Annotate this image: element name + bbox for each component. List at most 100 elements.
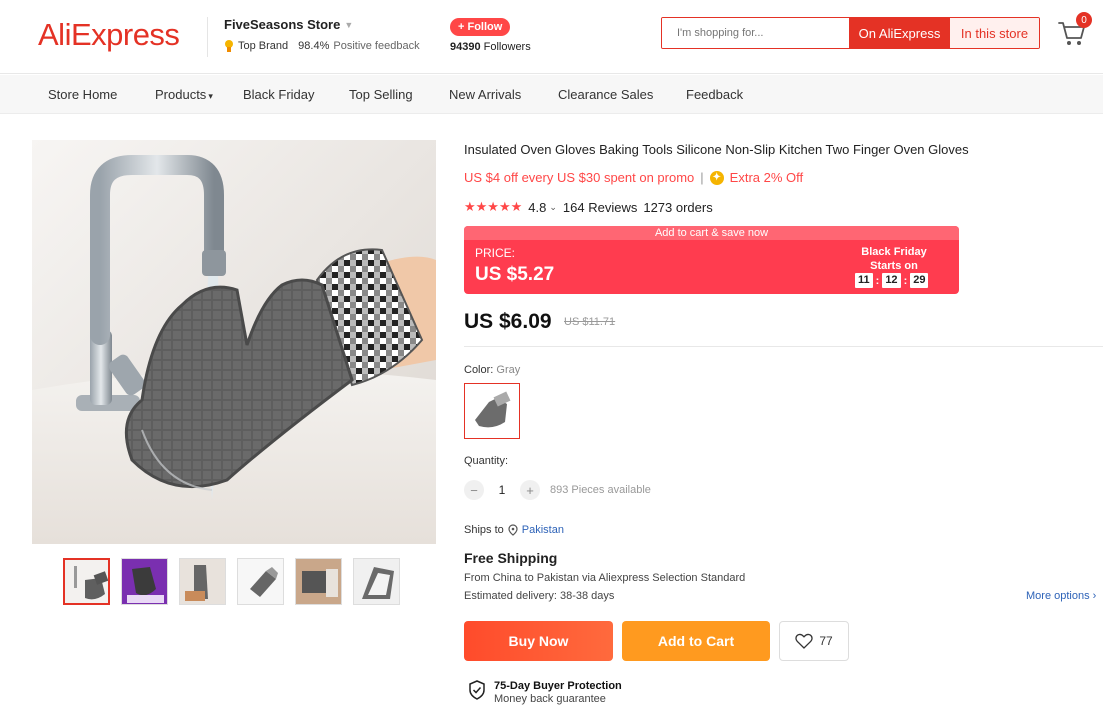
medal-icon: [224, 40, 234, 52]
black-friday-info: Black Friday Starts on: [844, 245, 944, 273]
countdown-timer: 11 : 12 : 29: [855, 273, 929, 288]
color-value: Gray: [496, 364, 521, 376]
buyer-protection-subtitle: Money back guarantee: [494, 693, 606, 705]
thumbnail-6[interactable]: [353, 558, 400, 605]
thumbnail-1[interactable]: [63, 558, 110, 605]
store-name-text[interactable]: FiveSeasons Store: [224, 17, 340, 32]
coin-icon: ✦: [709, 170, 724, 185]
chevron-down-icon[interactable]: ⌄: [549, 202, 557, 213]
original-price: US $11.71: [564, 316, 616, 328]
ships-to-label: Ships to: [464, 524, 504, 536]
quantity-stepper: − 1 + 893 Pieces available: [464, 480, 651, 500]
nav-top-selling[interactable]: Top Selling: [349, 87, 413, 102]
store-info: FiveSeasons Store ▼ Top Brand 98.4% Posi…: [207, 17, 420, 57]
banner-price: US $5.27: [475, 264, 555, 285]
aliexpress-logo[interactable]: AliExpress: [38, 17, 180, 53]
product-title: Insulated Oven Gloves Baking Tools Silic…: [464, 142, 969, 157]
quantity-increase-button[interactable]: +: [520, 480, 540, 500]
current-price: US $6.09: [464, 310, 552, 333]
add-to-cart-button[interactable]: Add to Cart: [622, 621, 770, 661]
thumbnail-4-image: [238, 559, 283, 604]
countdown-minutes: 12: [882, 273, 901, 288]
price-label: PRICE:: [475, 246, 516, 260]
star-rating-icon: ★★★★★: [464, 199, 523, 214]
countdown-separator: :: [875, 274, 880, 287]
nav-store-home[interactable]: Store Home: [48, 87, 117, 102]
rating-value[interactable]: 4.8: [528, 200, 546, 215]
price-banner: Add to cart & save now PRICE: US $5.27 B…: [464, 226, 959, 294]
color-label: Color: Gray: [464, 364, 520, 376]
thumbnail-6-image: [354, 559, 399, 604]
promo-text[interactable]: US $4 off every US $30 spent on promo: [464, 170, 694, 185]
starts-on-label: Starts on: [870, 260, 918, 272]
estimated-delivery: Estimated delivery: 38-38 days: [464, 590, 615, 602]
nav-new-arrivals[interactable]: New Arrivals: [449, 87, 521, 102]
nav-black-friday[interactable]: Black Friday: [243, 87, 315, 102]
wishlist-count: 77: [819, 634, 833, 648]
countdown-hours: 11: [855, 273, 873, 288]
promo-line: US $4 off every US $30 spent on promo | …: [464, 170, 803, 185]
cart-count-badge: 0: [1076, 12, 1092, 28]
main-product-image[interactable]: [32, 140, 436, 544]
ships-to-row: Ships to Pakistan: [464, 524, 564, 536]
color-swatch-gray[interactable]: [464, 383, 520, 439]
thumbnail-3[interactable]: [179, 558, 226, 605]
cart-button[interactable]: 0: [1057, 12, 1092, 47]
shield-check-icon: [469, 680, 485, 700]
nav-products[interactable]: Products ▾: [155, 87, 213, 102]
thumbnail-5[interactable]: [295, 558, 342, 605]
more-options-link[interactable]: More options ›: [1026, 590, 1096, 602]
pieces-available: 893 Pieces available: [550, 484, 651, 496]
store-badges: Top Brand 98.4% Positive feedback: [224, 40, 420, 52]
quantity-label: Quantity:: [464, 455, 509, 467]
search-in-store-button[interactable]: In this store: [950, 18, 1039, 48]
ships-to-country[interactable]: Pakistan: [522, 524, 564, 536]
header: AliExpress FiveSeasons Store ▼ Top Brand…: [0, 0, 1103, 74]
product-photo: [32, 140, 436, 544]
search-bar: On AliExpress In this store: [661, 17, 1040, 49]
free-shipping: Free Shipping: [464, 550, 558, 566]
thumbnail-3-image: [180, 559, 225, 604]
quantity-value[interactable]: 1: [494, 483, 510, 497]
countdown-separator: :: [903, 274, 908, 287]
color-label-text: Color:: [464, 364, 494, 376]
black-friday-label: Black Friday: [861, 246, 927, 258]
search-input[interactable]: [662, 18, 849, 48]
quantity-decrease-button[interactable]: −: [464, 480, 484, 500]
store-name[interactable]: FiveSeasons Store ▼: [224, 17, 420, 32]
follow-block: + Follow 94390 Followers: [450, 18, 531, 53]
feedback-percent: 98.4%: [298, 40, 330, 52]
orders-count: 1273 orders: [643, 199, 713, 215]
thumbnail-strip: [63, 558, 400, 605]
heart-icon: [795, 633, 813, 649]
chevron-down-icon: ▾: [208, 91, 213, 101]
nav-products-label[interactable]: Products: [155, 87, 206, 102]
followers-count: 94390: [450, 41, 481, 53]
shipping-route: From China to Pakistan via Aliexpress Se…: [464, 572, 746, 584]
thumbnail-5-image: [296, 559, 341, 604]
followers-info: 94390 Followers: [450, 41, 531, 53]
extra-off-text[interactable]: Extra 2% Off: [730, 170, 803, 185]
feedback-label: Positive feedback: [333, 40, 420, 52]
thumbnail-2[interactable]: [121, 558, 168, 605]
countdown-seconds: 29: [910, 273, 929, 288]
wishlist-button[interactable]: 77: [779, 621, 849, 661]
thumbnail-4[interactable]: [237, 558, 284, 605]
nav-feedback[interactable]: Feedback: [686, 87, 743, 102]
dropdown-caret-icon[interactable]: ▼: [344, 20, 353, 30]
reviews-link[interactable]: 164 Reviews: [563, 200, 637, 215]
banner-top-text[interactable]: Add to cart & save now: [464, 226, 959, 240]
top-brand-label: Top Brand: [238, 40, 289, 52]
buyer-protection: 75-Day Buyer Protection Money back guara…: [468, 680, 622, 705]
location-pin-icon: [508, 524, 518, 536]
buy-now-button[interactable]: Buy Now: [464, 621, 613, 661]
followers-label: Followers: [483, 41, 531, 53]
color-swatch-image: [465, 384, 519, 438]
thumbnail-2-image: [122, 559, 167, 604]
thumbnail-1-image: [65, 560, 108, 603]
follow-button[interactable]: + Follow: [450, 18, 511, 36]
nav-clearance-sales[interactable]: Clearance Sales: [558, 87, 653, 102]
search-on-aliexpress-button[interactable]: On AliExpress: [849, 18, 950, 48]
divider: [464, 346, 1103, 347]
buyer-protection-text: 75-Day Buyer Protection Money back guara…: [494, 680, 622, 705]
